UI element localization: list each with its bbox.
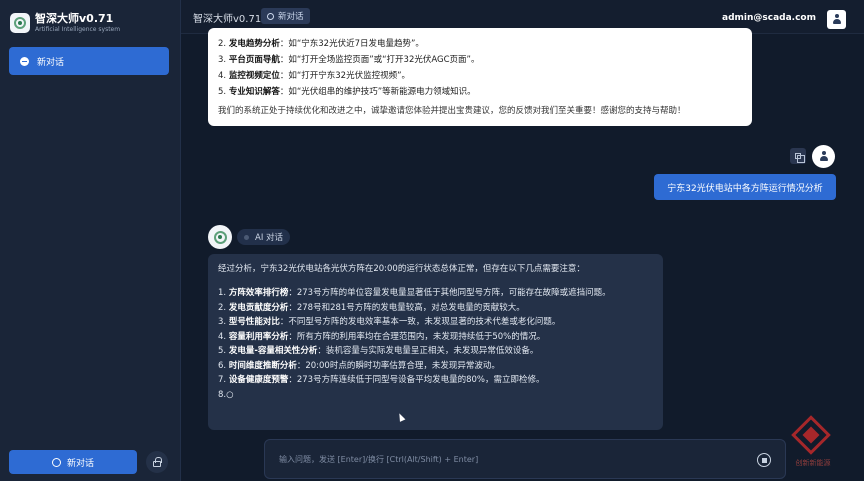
stop-icon bbox=[761, 457, 767, 463]
user-icon bbox=[832, 14, 842, 25]
list-item: 1. 方阵效率排行榜：273号方阵的单位容量发电量显著低于其他同型号方阵，可能存… bbox=[218, 288, 611, 298]
list-item: 2. 发电贡献度分析：278号和281号方阵的发电量较高，对总发电量的贡献较大。 bbox=[218, 302, 525, 313]
chat-input-bar bbox=[264, 439, 786, 479]
brand: 智深大师v0.71 Artificial Intelligence system bbox=[10, 12, 120, 34]
new-chat-button[interactable]: 新对话 bbox=[9, 450, 137, 474]
ai-avatar bbox=[208, 225, 232, 249]
chat-bubble-icon bbox=[20, 56, 29, 66]
copy-button[interactable] bbox=[790, 148, 806, 164]
ai-tag: AI 对话 bbox=[237, 229, 291, 245]
list-item: 4. 容量利用率分析：所有方阵的利用率均在合理范围内，未发现持续低于50%的情况… bbox=[218, 331, 546, 342]
page-title: 智深大师v0.71 bbox=[193, 14, 262, 25]
user-email: admin@scada.com bbox=[722, 13, 816, 23]
list-item: 5. 专业知识解答：如“光伏组串的维护技巧”等新能源电力领域知识。 bbox=[218, 87, 476, 97]
watermark-logo-icon bbox=[791, 415, 831, 455]
welcome-note: 我们的系统正处于持续优化和改进之中，诚挚邀请您体验并提出宝贵建议，您的反馈对我们… bbox=[218, 106, 686, 116]
ai-message: 经过分析，宁东32光伏电站各光伏方阵在20:00的运行状态总体正常，但存在以下几… bbox=[208, 254, 663, 430]
new-chat-label: 新对话 bbox=[66, 458, 94, 469]
watermark-text: 创新新能源 bbox=[795, 459, 831, 467]
list-item: 6. 时间维度推断分析：20:00时点的瞬时功率估算合理，未发现异常波动。 bbox=[218, 360, 500, 371]
lock-button[interactable] bbox=[146, 451, 168, 473]
app-name: 智深大师v0.71 bbox=[35, 12, 114, 25]
conversation-badge[interactable]: 新对话 bbox=[261, 8, 310, 24]
stop-button[interactable] bbox=[757, 453, 771, 467]
list-item: 3. 型号性能对比：不同型号方阵的发电效率基本一致，未发现显著的技术代差或老化问… bbox=[218, 317, 561, 327]
app-subtitle: Artificial Intelligence system bbox=[35, 26, 121, 33]
user-avatar bbox=[812, 145, 835, 168]
copy-icon bbox=[795, 153, 805, 163]
ai-tag-label: AI 对话 bbox=[255, 233, 284, 243]
clock-icon bbox=[267, 12, 274, 20]
list-item: 5. 发电量-容量相关性分析：装机容量与实际发电量呈正相关，未发现异常低效设备。 bbox=[218, 346, 539, 356]
chat-input[interactable] bbox=[279, 454, 739, 464]
user-menu-button[interactable] bbox=[827, 10, 846, 29]
sidebar-item-chat[interactable]: 新对话 bbox=[9, 47, 169, 75]
conversation-badge-label: 新对话 bbox=[278, 12, 304, 22]
watermark: 创新新能源 bbox=[785, 415, 841, 478]
ai-intro: 经过分析，宁东32光伏电站各光伏方阵在20:00的运行状态总体正常，但存在以下几… bbox=[218, 264, 585, 274]
list-item: 3. 平台页面导航：如“打开全场监控页面”或“打开32光伏AGC页面”。 bbox=[218, 55, 480, 65]
lock-icon bbox=[153, 456, 162, 467]
list-item: 8.○ bbox=[218, 389, 234, 400]
list-item: 2. 发电趋势分析：如“宁东32光伏近7日发电量趋势”。 bbox=[218, 39, 424, 49]
user-icon bbox=[819, 151, 829, 162]
ai-logo-icon bbox=[213, 230, 227, 244]
list-item: 4. 监控视频定位：如“打开宁东32光伏监控视频”。 bbox=[218, 71, 410, 81]
dot-icon bbox=[244, 234, 249, 240]
sidebar: 智深大师v0.71 Artificial Intelligence system… bbox=[0, 0, 181, 481]
welcome-card: 2. 发电趋势分析：如“宁东32光伏近7日发电量趋势”。 3. 平台页面导航：如… bbox=[208, 28, 752, 126]
app-logo-icon bbox=[10, 13, 30, 33]
list-item: 7. 设备健康度预警：273号方阵连续低于同型号设备平均发电量的80%，需立即检… bbox=[218, 375, 545, 385]
chat-icon bbox=[51, 457, 61, 467]
sidebar-item-label: 新对话 bbox=[37, 57, 65, 68]
user-message: 宁东32光伏电站中各方阵运行情况分析 bbox=[654, 174, 836, 200]
